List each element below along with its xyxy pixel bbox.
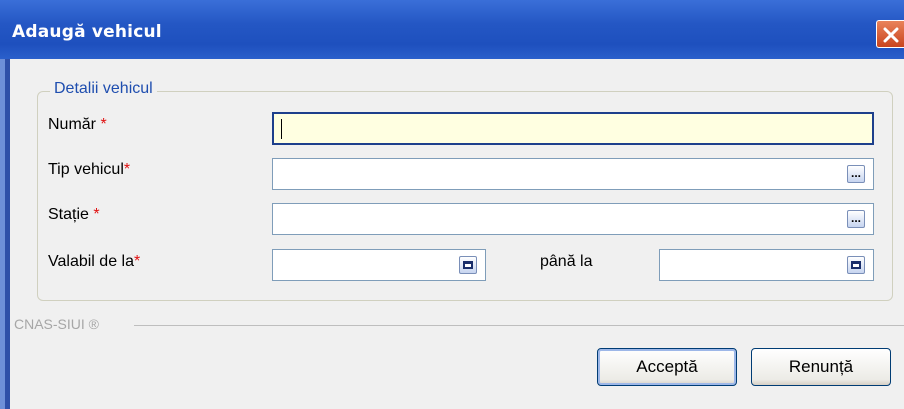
- calendar-icon: [463, 261, 473, 269]
- required-mark: *: [93, 206, 100, 223]
- valabil-de-la-calendar-button[interactable]: [459, 256, 477, 274]
- required-mark: *: [133, 253, 141, 270]
- close-icon: [883, 27, 899, 43]
- brand-label: CNAS-SIUI ®: [14, 316, 99, 332]
- valabil-de-la-label: Valabil de la*: [48, 253, 141, 270]
- ellipsis-icon: ...: [850, 166, 861, 180]
- pana-la-label: până la: [540, 253, 593, 270]
- group-legend: Detalii vehicul: [50, 80, 157, 98]
- close-button[interactable]: [876, 20, 904, 48]
- window-title: Adaugă vehicul: [12, 22, 162, 42]
- required-mark: *: [123, 161, 131, 178]
- calendar-icon: [851, 261, 861, 269]
- ellipsis-icon: ...: [850, 211, 861, 225]
- statie-lookup-button[interactable]: ...: [847, 210, 865, 228]
- statie-label: Stație *: [48, 206, 100, 223]
- cancel-button[interactable]: Renunță: [751, 348, 891, 386]
- statie-input[interactable]: ...: [272, 203, 874, 235]
- numar-input[interactable]: [272, 112, 874, 145]
- tip-vehicul-input[interactable]: ...: [272, 158, 874, 190]
- window-left-edge: [0, 0, 10, 409]
- pana-la-input[interactable]: [659, 249, 874, 281]
- accept-button[interactable]: Acceptă: [597, 348, 737, 386]
- numar-label: Număr *: [48, 116, 107, 133]
- title-bar[interactable]: Adaugă vehicul: [0, 0, 904, 59]
- separator: [134, 325, 904, 326]
- tip-vehicul-label: Tip vehicul*: [48, 161, 131, 178]
- tip-vehicul-lookup-button[interactable]: ...: [847, 165, 865, 183]
- text-caret: [281, 119, 282, 139]
- pana-la-calendar-button[interactable]: [847, 256, 865, 274]
- required-mark: *: [100, 116, 107, 133]
- valabil-de-la-input[interactable]: [272, 249, 486, 281]
